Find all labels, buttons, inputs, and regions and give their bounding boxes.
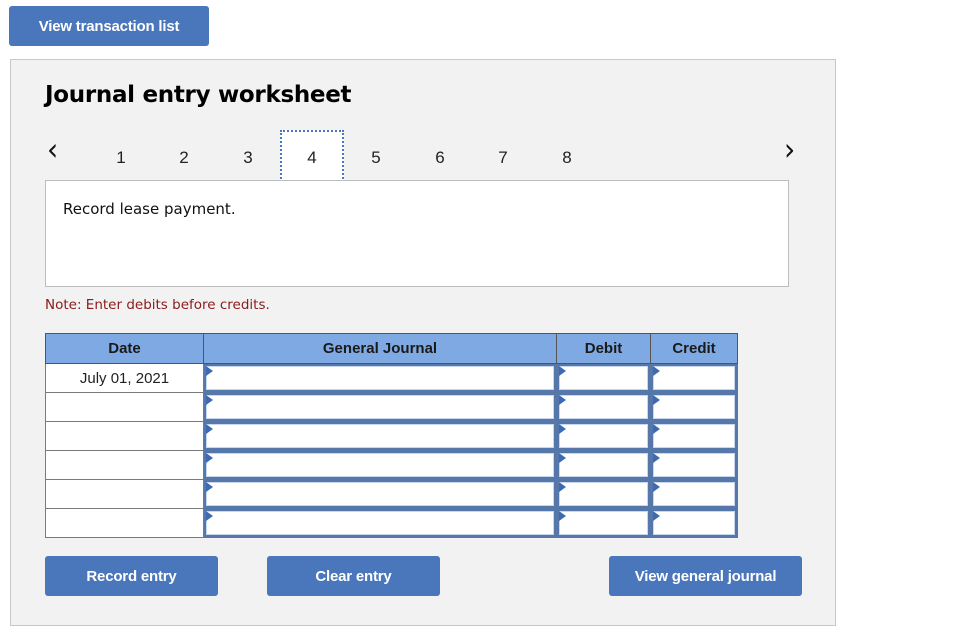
account-select[interactable]	[206, 395, 554, 419]
date-cell	[45, 392, 204, 422]
debit-input[interactable]	[559, 395, 648, 419]
account-cell	[203, 508, 557, 538]
view-general-journal-button[interactable]: View general journal	[609, 556, 802, 596]
header-credit: Credit	[650, 333, 738, 364]
debit-cell	[556, 421, 651, 451]
credit-input[interactable]	[653, 482, 735, 506]
chevron-left-icon[interactable]: ‹	[47, 134, 58, 166]
entry-note: Note: Enter debits before credits.	[45, 297, 270, 313]
date-cell	[45, 508, 204, 538]
header-date: Date	[45, 333, 204, 364]
page-tab-6[interactable]: 6	[408, 130, 472, 182]
page-tab-7[interactable]: 7	[471, 130, 535, 182]
table-header-row: Date General Journal Debit Credit	[45, 333, 738, 364]
page-tab-8[interactable]: 8	[535, 130, 599, 182]
debit-input[interactable]	[559, 453, 648, 477]
journal-table: Date General Journal Debit Credit July 0…	[45, 333, 738, 538]
table-row	[45, 392, 738, 422]
transaction-description: Record lease payment.	[63, 200, 236, 218]
credit-input[interactable]	[653, 453, 735, 477]
transaction-description-box: Record lease payment.	[45, 180, 789, 287]
page-tab-1[interactable]: 1	[89, 130, 153, 182]
worksheet-pager: ‹ 1 2 3 4 5 6 7 8 ›	[11, 130, 835, 182]
account-cell	[203, 363, 557, 393]
credit-cell	[650, 450, 738, 480]
debit-cell	[556, 363, 651, 393]
account-cell	[203, 479, 557, 509]
account-select[interactable]	[206, 424, 554, 448]
debit-cell	[556, 508, 651, 538]
credit-input[interactable]	[653, 366, 735, 390]
clear-entry-button[interactable]: Clear entry	[267, 556, 440, 596]
date-cell	[45, 421, 204, 451]
credit-cell	[650, 363, 738, 393]
debit-input[interactable]	[559, 366, 648, 390]
page-tab-5[interactable]: 5	[344, 130, 408, 182]
debit-cell	[556, 479, 651, 509]
credit-input[interactable]	[653, 395, 735, 419]
date-cell	[45, 479, 204, 509]
account-cell	[203, 392, 557, 422]
debit-input[interactable]	[559, 482, 648, 506]
page-tab-4[interactable]: 4	[280, 130, 344, 182]
journal-entry-worksheet-panel: Journal entry worksheet ‹ 1 2 3 4 5 6 7 …	[10, 59, 836, 626]
record-entry-button[interactable]: Record entry	[45, 556, 218, 596]
account-cell	[203, 421, 557, 451]
view-transaction-list-button[interactable]: View transaction list	[9, 6, 209, 46]
header-debit: Debit	[556, 333, 651, 364]
table-row	[45, 479, 738, 509]
table-row: July 01, 2021	[45, 363, 738, 393]
account-select[interactable]	[206, 482, 554, 506]
account-cell	[203, 450, 557, 480]
debit-cell	[556, 392, 651, 422]
credit-cell	[650, 508, 738, 538]
chevron-right-icon[interactable]: ›	[784, 134, 795, 166]
worksheet-title: Journal entry worksheet	[45, 82, 352, 108]
table-row	[45, 421, 738, 451]
debit-cell	[556, 450, 651, 480]
credit-input[interactable]	[653, 511, 735, 535]
debit-input[interactable]	[559, 511, 648, 535]
date-cell: July 01, 2021	[45, 363, 204, 393]
account-select[interactable]	[206, 453, 554, 477]
date-cell	[45, 450, 204, 480]
credit-cell	[650, 479, 738, 509]
page-tab-2[interactable]: 2	[152, 130, 216, 182]
debit-input[interactable]	[559, 424, 648, 448]
table-row	[45, 450, 738, 480]
page-tab-3[interactable]: 3	[216, 130, 280, 182]
header-general-journal: General Journal	[203, 333, 557, 364]
credit-cell	[650, 392, 738, 422]
table-row	[45, 508, 738, 538]
account-select[interactable]	[206, 511, 554, 535]
credit-cell	[650, 421, 738, 451]
account-select[interactable]	[206, 366, 554, 390]
credit-input[interactable]	[653, 424, 735, 448]
